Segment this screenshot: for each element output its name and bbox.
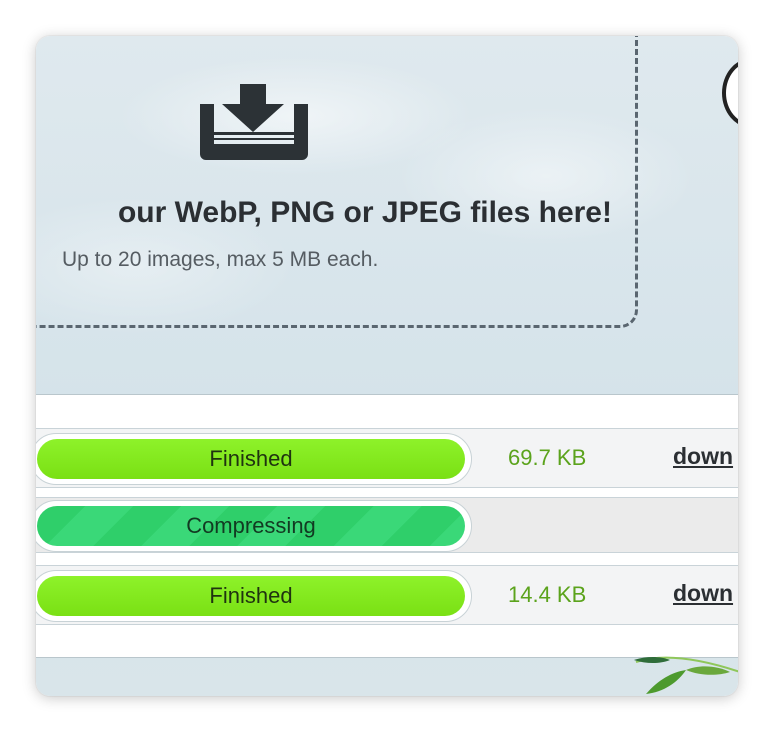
- file-row: Finished 69.7 KB down: [36, 428, 738, 488]
- file-size: 69.7 KB: [508, 445, 587, 470]
- file-size: 14.4 KB: [508, 582, 587, 607]
- status-finished: Finished: [37, 576, 465, 616]
- file-list: Finished 69.7 KB down Compressing Finish…: [36, 394, 738, 658]
- file-row: Finished 14.4 KB down: [36, 565, 738, 625]
- download-link[interactable]: down: [673, 443, 733, 470]
- drop-zone-subtitle: Up to 20 images, max 5 MB each.: [62, 248, 379, 271]
- download-link[interactable]: down: [673, 580, 733, 607]
- app-window: our WebP, PNG or JPEG files here! Up to …: [36, 36, 738, 696]
- panda-icon: [722, 58, 738, 128]
- file-row: Compressing: [36, 497, 738, 553]
- progress-bar: Finished: [36, 433, 472, 485]
- progress-bar: Compressing: [36, 500, 472, 552]
- drop-zone[interactable]: [36, 36, 638, 328]
- progress-bar: Finished: [36, 570, 472, 622]
- bamboo-leaf-icon: [634, 656, 738, 694]
- status-compressing: Compressing: [37, 506, 465, 546]
- drop-zone-title: our WebP, PNG or JPEG files here!: [117, 196, 612, 229]
- status-finished: Finished: [37, 439, 465, 479]
- download-tray-icon: [200, 84, 308, 160]
